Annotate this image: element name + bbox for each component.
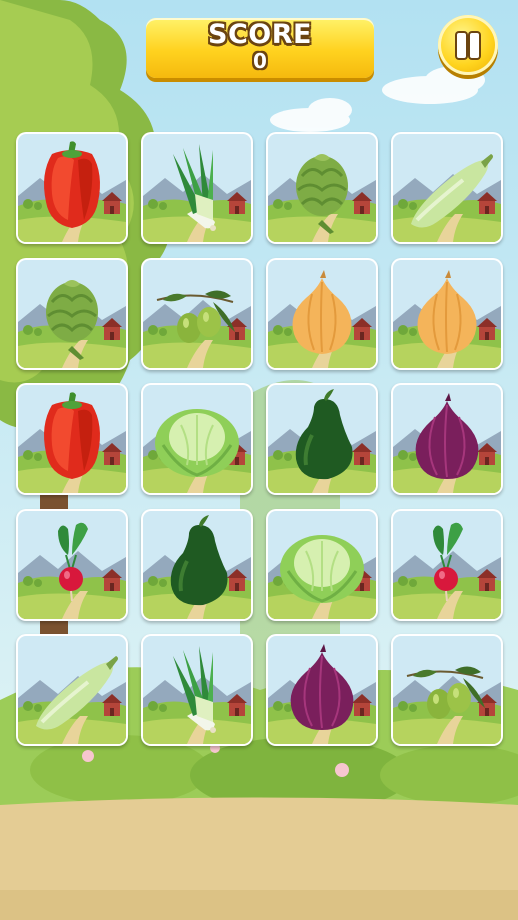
avocado-icon [143,511,251,619]
card-avocado[interactable] [266,383,378,495]
onion-icon [393,260,501,368]
leek-icon [143,134,251,242]
onion-icon [268,260,376,368]
cabbage-icon [268,511,376,619]
card-olives[interactable] [391,634,503,746]
card-cabbage[interactable] [141,383,253,495]
leek-icon [143,636,251,744]
game-screen: SCORE 0 [0,0,518,920]
score-label: SCORE [208,19,312,50]
card-zucchini[interactable] [16,634,128,746]
bell-pepper-icon [18,385,126,493]
pause-button[interactable] [438,15,498,75]
card-cabbage[interactable] [266,509,378,621]
card-avocado[interactable] [141,509,253,621]
card-artichoke[interactable] [16,258,128,370]
card-bell-pepper[interactable] [16,132,128,244]
olives-icon [143,260,251,368]
card-olives[interactable] [141,258,253,370]
avocado-icon [268,385,376,493]
artichoke-icon [268,134,376,242]
radish-icon [393,511,501,619]
olives-icon [393,636,501,744]
card-onion[interactable] [266,258,378,370]
pause-icon-bar [470,33,479,58]
card-leek[interactable] [141,132,253,244]
artichoke-icon [18,260,126,368]
score-value: 0 [253,49,267,73]
card-radish[interactable] [16,509,128,621]
card-radish[interactable] [391,509,503,621]
pause-icon [457,33,466,58]
zucchini-icon [18,636,126,744]
red-onion-icon [268,636,376,744]
radish-icon [18,511,126,619]
card-zucchini[interactable] [391,132,503,244]
card-red-onion[interactable] [391,383,503,495]
zucchini-icon [393,134,501,242]
cabbage-icon [143,385,251,493]
card-leek[interactable] [141,634,253,746]
card-onion[interactable] [391,258,503,370]
score-panel: SCORE 0 [146,18,374,78]
card-red-onion[interactable] [266,634,378,746]
card-artichoke[interactable] [266,132,378,244]
red-onion-icon [393,385,501,493]
card-bell-pepper[interactable] [16,383,128,495]
bell-pepper-icon [18,134,126,242]
